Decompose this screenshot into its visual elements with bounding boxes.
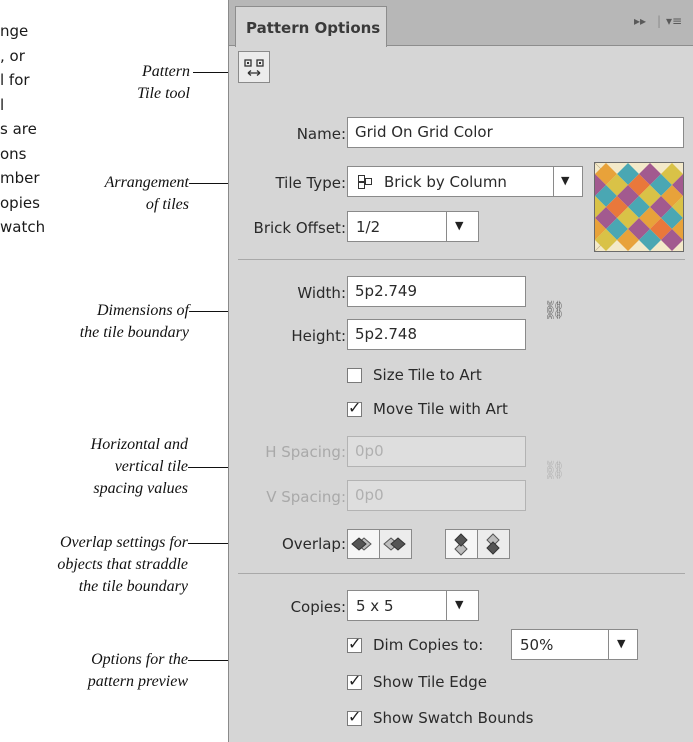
callout-overlap: Overlap settings for objects that stradd… [57, 532, 188, 598]
overlap-right-in-front-button[interactable] [379, 529, 412, 559]
select-separator [553, 167, 554, 196]
copies-select[interactable]: 5 x 5 ▼ [347, 590, 479, 621]
name-label: Name: [296, 125, 346, 143]
callout-line: spacing values [93, 480, 188, 497]
link-proportions-icon[interactable]: ⛓ [543, 300, 566, 321]
select-separator [446, 212, 447, 241]
overlap-bottom-in-front-button[interactable] [477, 529, 510, 559]
callout-line: Pattern [142, 63, 190, 80]
callout-arrangement: Arrangement of tiles [105, 172, 189, 216]
callout-line: Overlap settings for [60, 534, 188, 551]
body-text-line: , or [0, 47, 25, 65]
pattern-preview-swatch [594, 162, 684, 252]
collapse-icon[interactable]: ▸▸ [634, 14, 646, 28]
pattern-options-panel: Pattern Options ▸▸ | ▾≡ Name: Grid On Gr… [228, 0, 693, 742]
panel-menu-icon[interactable]: ▾≡ [666, 14, 682, 28]
v-spacing-label: V Spacing: [266, 488, 346, 506]
pattern-tile-tool-icon [244, 59, 264, 76]
chevron-down-icon: ▼ [561, 174, 570, 187]
callout-line: vertical tile [114, 458, 188, 475]
checkmark-icon: ✓ [348, 634, 362, 653]
tile-type-select[interactable]: Brick by Column ▼ [347, 166, 583, 197]
callout-dimensions: Dimensions of the tile boundary [80, 300, 189, 344]
height-field[interactable]: 5p2.748 [347, 319, 526, 350]
divider-glyph: | [657, 14, 662, 28]
checkmark-icon: ✓ [348, 398, 362, 417]
overlap-label: Overlap: [281, 535, 346, 553]
callout-line: objects that straddle [57, 556, 188, 573]
callout-line: Tile tool [137, 85, 190, 102]
tile-type-label: Tile Type: [275, 174, 346, 192]
panel-title: Pattern Options [246, 19, 381, 37]
callout-line: the tile boundary [78, 578, 188, 595]
tab-pattern-options[interactable]: Pattern Options [235, 6, 387, 47]
brick-offset-label: Brick Offset: [253, 219, 346, 237]
brick-offset-select[interactable]: 1/2 ▼ [347, 211, 479, 242]
callout-line: of tiles [145, 196, 189, 213]
size-tile-to-art-checkbox[interactable] [347, 368, 362, 383]
copies-label: Copies: [290, 598, 346, 616]
body-text-line: l [0, 96, 5, 114]
brick-column-icon [358, 175, 372, 189]
callout-line: pattern preview [87, 673, 188, 690]
brick-offset-value: 1/2 [356, 218, 381, 236]
dim-copies-label: Dim Copies to: [373, 636, 484, 654]
move-tile-with-art-checkbox[interactable]: ✓ [347, 398, 362, 417]
copies-value: 5 x 5 [356, 597, 394, 615]
body-text-line: watch [0, 218, 46, 236]
dim-copies-select[interactable]: 50% ▼ [511, 629, 638, 660]
callout-line: Arrangement [104, 174, 189, 191]
section-divider [238, 573, 685, 574]
body-text-line: mber [0, 169, 40, 187]
size-tile-to-art-label: Size Tile to Art [373, 366, 482, 384]
callout-line: Horizontal and [90, 436, 188, 453]
overlap-left-in-front-button[interactable] [347, 529, 380, 559]
tile-type-value: Brick by Column [384, 173, 507, 191]
height-label: Height: [291, 327, 346, 345]
select-separator [446, 591, 447, 620]
body-text-line: nge [0, 22, 29, 40]
checkmark-icon: ✓ [348, 707, 362, 726]
show-tile-edge-checkbox[interactable]: ✓ [347, 671, 362, 690]
width-label: Width: [297, 284, 346, 302]
show-tile-edge-label: Show Tile Edge [373, 673, 488, 691]
select-separator [608, 630, 609, 659]
panel-tab-bar: Pattern Options ▸▸ | ▾≡ [229, 0, 693, 47]
chevron-down-icon: ▼ [455, 219, 464, 232]
chevron-down-icon: ▼ [455, 598, 464, 611]
body-text-line: s are [0, 120, 37, 138]
move-tile-with-art-label: Move Tile with Art [373, 400, 508, 418]
callout-spacing: Horizontal and vertical tile spacing val… [91, 434, 188, 500]
callout-line: Dimensions of [97, 302, 189, 319]
callout-preview: Options for the pattern preview [88, 649, 188, 693]
v-spacing-field[interactable]: 0p0 [347, 480, 526, 511]
callout-pattern-tile-tool: Pattern Tile tool [137, 61, 190, 105]
overlap-top-in-front-button[interactable] [445, 529, 478, 559]
overlap-right-front-icon [383, 537, 406, 551]
link-spacing-icon[interactable]: ⛓ [543, 460, 566, 481]
callout-line: the tile boundary [79, 324, 189, 341]
body-text-line: l for [0, 71, 30, 89]
callout-line: Options for the [91, 651, 188, 668]
h-spacing-label: H Spacing: [265, 443, 346, 461]
width-field[interactable]: 5p2.749 [347, 276, 526, 307]
overlap-left-front-icon [351, 537, 372, 551]
dim-copies-value: 50% [520, 636, 554, 654]
show-swatch-bounds-label: Show Swatch Bounds [373, 709, 534, 727]
pattern-preview-image [595, 163, 683, 251]
name-field[interactable]: Grid On Grid Color [347, 117, 684, 148]
body-text-line: ons [0, 145, 27, 163]
pattern-tile-tool-button[interactable] [238, 51, 270, 83]
dim-copies-checkbox[interactable]: ✓ [347, 634, 362, 653]
overlap-bottom-front-icon [486, 533, 500, 555]
h-spacing-field[interactable]: 0p0 [347, 436, 526, 467]
section-divider [238, 259, 685, 260]
show-swatch-bounds-checkbox[interactable]: ✓ [347, 707, 362, 726]
body-text-line: opies [0, 194, 40, 212]
chevron-down-icon: ▼ [617, 637, 626, 650]
checkmark-icon: ✓ [348, 671, 362, 690]
overlap-top-front-icon [454, 533, 468, 556]
